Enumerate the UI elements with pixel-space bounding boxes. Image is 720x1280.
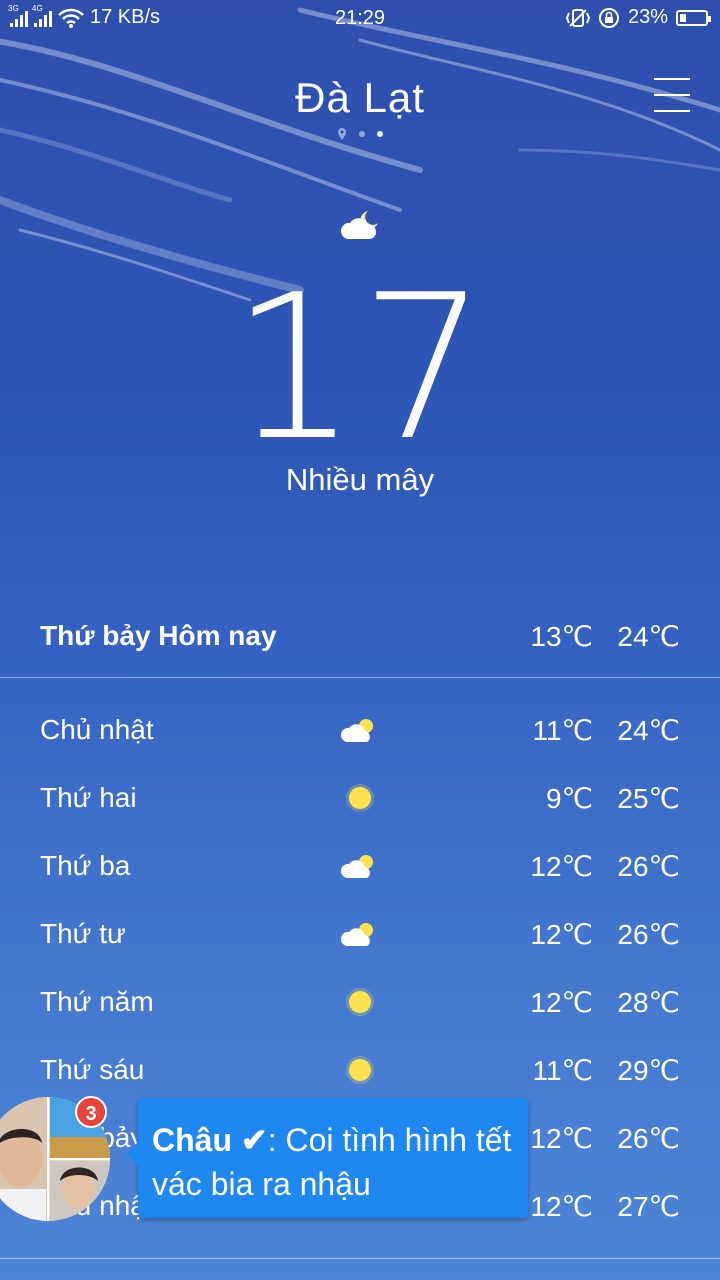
forecast-high: 25℃ (617, 783, 680, 814)
forecast-row: Thứ hai 9℃ 25℃ (40, 782, 680, 822)
status-bar: 3G 4G 17 KB/s 21:29 23% (0, 0, 720, 38)
partly-cloudy-icon (340, 923, 373, 946)
forecast-low: 12℃ (530, 851, 593, 882)
forecast-day: Chủ nhật (40, 714, 154, 745)
forecast-low: 11℃ (532, 715, 593, 746)
forecast-low: 12℃ (530, 987, 593, 1018)
forecast-day: Thứ sáu (40, 1054, 145, 1085)
today-high: 24℃ (617, 621, 680, 652)
sunny-icon (346, 1056, 374, 1084)
current-condition: Nhiều mây (285, 462, 435, 497)
forecast-day: Thứ ba (40, 850, 131, 881)
divider (0, 677, 720, 678)
forecast-row: Thứ năm 12℃ 28℃ (40, 986, 680, 1026)
page-dot-active[interactable] (377, 131, 383, 137)
forecast-high: 28℃ (617, 987, 680, 1018)
forecast-row: Thứ tư 12℃ 26℃ (40, 918, 680, 958)
menu-icon[interactable] (654, 78, 690, 112)
rotation-lock-icon (598, 7, 619, 28)
today-low: 13℃ (530, 621, 593, 652)
forecast-day: Thứ hai (40, 782, 137, 813)
forecast-high: 29℃ (617, 1055, 680, 1086)
cloud-wisps-background (0, 7, 720, 302)
page-dot[interactable] (359, 131, 365, 137)
divider-bottom (0, 1258, 720, 1259)
clock: 21:29 (334, 7, 386, 29)
message-sender: Châu ✔ (152, 1122, 268, 1158)
today-row: Thứ bảy Hôm nay 13℃ 24℃ (40, 620, 680, 660)
current-temperature-digits: 17 (231, 252, 490, 485)
forecast-day: Thứ năm (40, 986, 154, 1017)
city-name[interactable]: Đà Lạt (0, 74, 720, 122)
unread-badge: 3 (75, 1096, 107, 1128)
forecast-high: 26℃ (617, 1123, 680, 1154)
forecast-row: Chủ nhật 11℃ 24℃ (40, 714, 680, 754)
forecast-high: 26℃ (617, 919, 680, 950)
chat-message-bubble[interactable]: Châu ✔: Coi tình hình tết vác bia ra nhậ… (126, 1098, 528, 1218)
current-temperature-container: 17 (0, 252, 720, 485)
forecast-high: 26℃ (617, 851, 680, 882)
forecast-high: 27℃ (617, 1191, 680, 1222)
page-indicator (0, 128, 720, 140)
sunny-icon (346, 784, 374, 812)
partly-cloudy-icon (340, 855, 373, 878)
forecast-low: 11℃ (532, 1055, 593, 1086)
forecast-row: Thứ ba 12℃ 26℃ (40, 850, 680, 890)
today-day-label: Thứ bảy Hôm nay (40, 620, 277, 651)
forecast-low: 12℃ (530, 919, 593, 950)
battery-icon (676, 9, 711, 26)
vibrate-icon (565, 8, 590, 27)
location-pin-icon (338, 128, 346, 140)
partly-cloudy-night-icon (340, 211, 378, 239)
forecast-row: Thứ sáu 11℃ 29℃ (40, 1054, 680, 1094)
forecast-low: 12℃ (530, 1123, 593, 1154)
forecast-low: 12℃ (530, 1191, 593, 1222)
forecast-low: 9℃ (545, 783, 593, 814)
current-temperature: 17 (231, 282, 490, 452)
partly-cloudy-icon (340, 719, 373, 742)
forecast-day: Thứ tư (40, 918, 126, 949)
battery-percent: 23% (627, 6, 668, 28)
forecast-high: 24℃ (617, 715, 680, 746)
sunny-icon (346, 988, 374, 1016)
